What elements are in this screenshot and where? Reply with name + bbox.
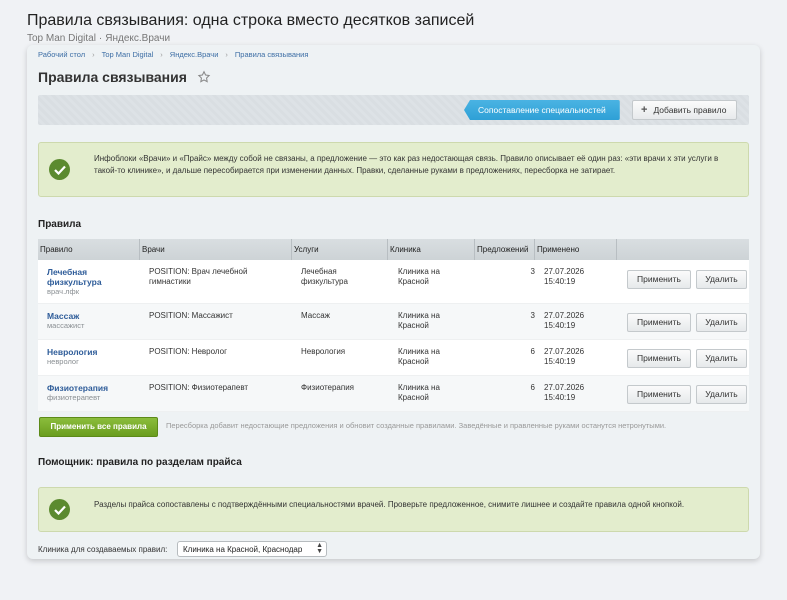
heading: Правила связывания [38,69,211,85]
table-header: Правило Врачи Услуги Клиника Предложений… [38,239,749,260]
delete-button[interactable]: Удалить [696,349,747,368]
rule-code: врач.лфк [47,287,79,296]
applied-date: 27.07.2026 [544,311,585,320]
rule-code: физиотерапевт [47,393,101,402]
delete-button[interactable]: Удалить [696,270,747,289]
doctors-cell: POSITION: Невролог [149,347,227,356]
col-rule: Правило [40,245,73,254]
doctors-cell: POSITION: Физиотерапевт [149,383,249,392]
breadcrumb-desktop[interactable]: Рабочий стол [38,50,85,59]
rule-code: массажист [47,321,85,330]
check-icon [49,159,70,180]
add-rule-button[interactable]: + Добавить правило [632,100,738,120]
breadcrumb-separator: › [225,50,228,59]
apply-button[interactable]: Применить [627,349,691,368]
star-icon[interactable] [197,70,211,84]
rules-table: Правило Врачи Услуги Клиника Предложений… [38,239,749,412]
applied-time: 15:40:19 [544,393,576,402]
project-name: Яндекс.Врачи [105,33,171,44]
match-specialties-button[interactable]: Сопоставление специальностей [464,100,620,120]
rules-section-title: Правила [38,219,82,230]
helper-section-title: Помощник: правила по разделам прайса [38,457,242,468]
toolbar: Сопоставление специальностей + Добавить … [38,95,749,125]
doctors-cell: POSITION: Массажист [149,311,233,320]
applied-date: 27.07.2026 [544,267,585,276]
col-doctors: Врачи [139,239,291,260]
col-actions [616,239,749,260]
col-offers: Предложений [474,239,534,260]
col-services: Услуги [291,239,387,260]
page-title: Правила связывания: одна строка вместо д… [27,12,475,29]
apply-all-button[interactable]: Применить все правила [39,417,158,437]
heading-text: Правила связывания [38,69,187,85]
plus-icon: + [641,104,648,116]
select-arrows-icon: ▲ ▼ [316,542,323,555]
rule-code: невролог [47,357,79,366]
offers-cell: 3 [530,311,535,320]
col-clinic: Клиника [387,239,474,260]
table-row: Физиотерапия физиотерапевт POSITION: Физ… [38,376,749,412]
rule-cell: Физиотерапия физиотерапевт [47,383,132,403]
rule-name-link[interactable]: Неврология [47,347,132,357]
service-cell: Массаж [301,311,331,320]
applied-time: 15:40:19 [544,277,576,286]
col-applied: Применено [534,239,616,260]
delete-button[interactable]: Удалить [696,313,747,332]
service-cell: Лечебная физкультура [301,267,348,286]
breadcrumb-current[interactable]: Правила связывания [235,50,309,59]
helper-note-text: Разделы прайса сопоставлены с подтверждё… [94,500,685,509]
rule-name-link[interactable]: Массаж [47,311,132,321]
rule-cell: Лечебная физкультура врач.лфк [47,267,132,297]
applied-time: 15:40:19 [544,357,576,366]
breadcrumb-separator: › [92,50,95,59]
breadcrumb: Рабочий стол › Top Man Digital › Яндекс.Врач… [38,50,308,59]
rule-name-link[interactable]: Лечебная физкультура [47,267,132,287]
applied-cell: 27.07.2026 15:40:19 [544,383,584,403]
clinic-cell: Клиника на Красной [398,347,440,366]
company-name: Top Man Digital [27,33,96,44]
clinic-select[interactable]: Клиника на Красной, Краснодар ▲ ▼ [177,541,327,557]
clinic-cell: Клиника на Красной [398,311,440,330]
table-row: Неврология невролог POSITION: Невролог Н… [38,340,749,376]
applied-time: 15:40:19 [544,321,576,330]
rule-name-link[interactable]: Физиотерапия [47,383,132,393]
add-rule-label: Добавить правило [653,105,727,115]
subtitle-separator: · [98,33,103,44]
offers-cell: 6 [530,383,535,392]
breadcrumb-separator: › [160,50,163,59]
apply-all-hint: Пересборка добавит недостающие предложен… [166,421,667,430]
info-note-text: Инфоблоки «Врачи» и «Прайс» между собой … [94,154,719,175]
table-row: Лечебная физкультура врач.лфк POSITION: … [38,260,749,304]
apply-button[interactable]: Применить [627,270,691,289]
helper-note: Разделы прайса сопоставлены с подтверждё… [38,487,749,532]
clinic-cell: Клиника на Красной [398,267,440,286]
breadcrumb-project[interactable]: Яндекс.Врачи [170,50,219,59]
rule-cell: Массаж массажист [47,311,132,331]
apply-button[interactable]: Применить [627,313,691,332]
offers-cell: 6 [530,347,535,356]
table-row: Массаж массажист POSITION: Массажист Мас… [38,304,749,340]
service-cell: Физиотерапия [301,383,355,392]
apply-button[interactable]: Применить [627,385,691,404]
breadcrumb-company[interactable]: Top Man Digital [102,50,154,59]
applied-cell: 27.07.2026 15:40:19 [544,347,584,367]
service-cell: Неврология [301,347,346,356]
clinic-cell: Клиника на Красной [398,383,440,402]
check-icon [49,499,70,520]
applied-date: 27.07.2026 [544,383,585,392]
clinic-select-value: Клиника на Красной, Краснодар [183,545,303,554]
clinic-filter-label: Клиника для создаваемых правил: [38,545,168,554]
doctors-cell: POSITION: Врач лечебной гимнастики [149,267,248,286]
info-note: Инфоблоки «Врачи» и «Прайс» между собой … [38,142,749,197]
applied-date: 27.07.2026 [544,347,585,356]
page-subtitle: Top Man Digital · Яндекс.Врачи [27,33,474,44]
offers-cell: 3 [530,267,535,276]
page-header: Правила связывания: одна строка вместо д… [27,12,474,44]
admin-window: Рабочий стол › Top Man Digital › Яндекс.Врач… [27,45,760,559]
delete-button[interactable]: Удалить [696,385,747,404]
applied-cell: 27.07.2026 15:40:19 [544,267,584,287]
applied-cell: 27.07.2026 15:40:19 [544,311,584,331]
rule-cell: Неврология невролог [47,347,132,367]
